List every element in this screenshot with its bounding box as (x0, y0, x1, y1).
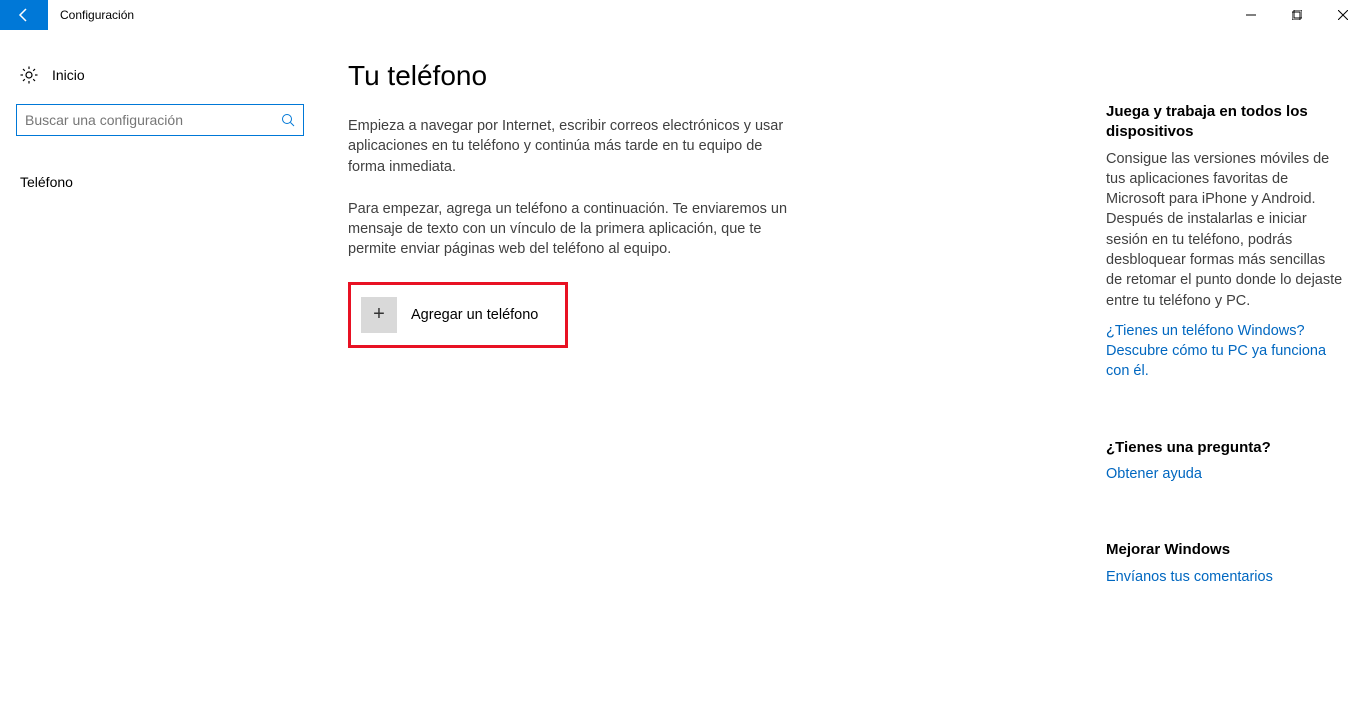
back-button[interactable] (0, 0, 48, 30)
sidebar-home[interactable]: Inicio (16, 56, 304, 94)
window-controls (1228, 0, 1366, 30)
sidebar: Inicio Teléfono (0, 30, 320, 721)
maximize-button[interactable] (1274, 0, 1320, 30)
app-title: Configuración (48, 0, 1228, 30)
search-box[interactable] (16, 104, 304, 136)
sidebar-item-label: Teléfono (20, 174, 73, 190)
close-icon (1338, 10, 1348, 20)
add-phone-highlight: + Agregar un teléfono (348, 282, 568, 348)
minimize-icon (1246, 10, 1256, 20)
title-bar: Configuración (0, 0, 1366, 30)
sidebar-home-label: Inicio (52, 67, 85, 83)
help-link[interactable]: Obtener ayuda (1106, 464, 1344, 484)
maximize-icon (1292, 10, 1302, 20)
plus-icon: + (361, 297, 397, 333)
promo-link[interactable]: ¿Tienes un teléfono Windows? Descubre có… (1106, 321, 1344, 382)
arrow-left-icon (16, 7, 32, 23)
feedback-heading: Mejorar Windows (1106, 540, 1344, 560)
search-icon (281, 113, 295, 127)
question-heading: ¿Tienes una pregunta? (1106, 438, 1344, 458)
promo-heading: Juega y trabaja en todos los dispositivo… (1106, 102, 1344, 143)
intro-paragraph-1: Empieza a navegar por Internet, escribir… (348, 116, 798, 177)
add-phone-button[interactable]: + Agregar un teléfono (361, 297, 555, 333)
minimize-button[interactable] (1228, 0, 1274, 30)
promo-text: Consigue las versiones móviles de tus ap… (1106, 149, 1344, 311)
page-title: Tu teléfono (348, 60, 1106, 92)
main-pane: Tu teléfono Empieza a navegar por Intern… (320, 30, 1106, 721)
right-column: Juega y trabaja en todos los dispositivo… (1106, 30, 1366, 721)
search-input[interactable] (25, 112, 281, 128)
close-button[interactable] (1320, 0, 1366, 30)
gear-icon (20, 66, 38, 84)
sidebar-item-telefono[interactable]: Teléfono (16, 164, 304, 200)
intro-paragraph-2: Para empezar, agrega un teléfono a conti… (348, 199, 798, 260)
add-phone-label: Agregar un teléfono (411, 307, 538, 323)
feedback-link[interactable]: Envíanos tus comentarios (1106, 567, 1344, 587)
